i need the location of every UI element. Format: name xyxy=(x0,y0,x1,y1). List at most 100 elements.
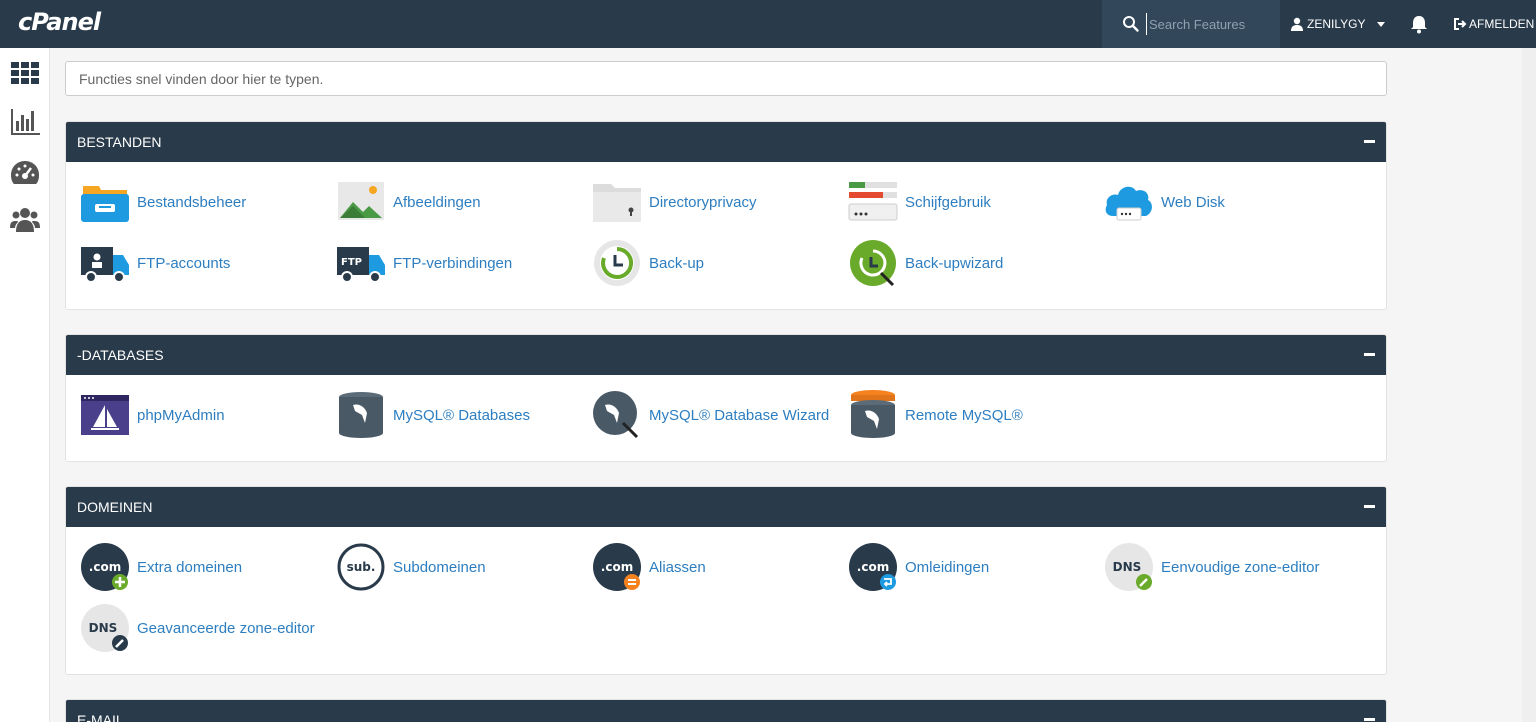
minus-icon[interactable] xyxy=(1364,135,1375,149)
badge-text: .com xyxy=(89,560,121,574)
backup-icon xyxy=(594,240,640,286)
item-label: FTP-accounts xyxy=(137,254,231,272)
item-label: Directoryprivacy xyxy=(649,193,757,211)
panel-title: E-MAIL xyxy=(77,712,124,722)
panel-domains: DOMEINEN .com Extra domeinen sub. Subdom… xyxy=(65,486,1387,675)
directory-privacy-icon xyxy=(593,184,641,222)
images-icon xyxy=(338,182,384,220)
panel-header[interactable]: -DATABASES xyxy=(66,335,1386,375)
badge-text: .com xyxy=(601,560,633,574)
advanced-zone-editor-icon: DNS xyxy=(81,604,129,652)
remote-mysql-link[interactable]: Remote MySQL® xyxy=(847,389,1097,441)
aliases-link[interactable]: .com Aliassen xyxy=(591,541,841,593)
item-label: Subdomeinen xyxy=(393,558,486,576)
web-disk-link[interactable]: Web Disk xyxy=(1103,176,1353,228)
aliases-icon: .com xyxy=(593,543,641,591)
item-label: FTP-verbindingen xyxy=(393,254,513,272)
panel-title: -DATABASES xyxy=(77,347,164,363)
feature-search xyxy=(1102,0,1280,48)
file-manager-icon xyxy=(81,186,129,222)
top-bar: cPanel ZENILYGY AFMELDEN xyxy=(0,0,1536,48)
mysql-databases-link[interactable]: MySQL® Databases xyxy=(335,389,585,441)
item-label: Extra domeinen xyxy=(137,558,243,576)
item-label: Back-up xyxy=(649,254,705,272)
page-scroll-gutter xyxy=(1522,48,1536,722)
sidebar xyxy=(0,48,50,722)
dashboard-gauge-icon[interactable] xyxy=(9,157,41,187)
user-menu[interactable]: ZENILYGY xyxy=(1290,0,1386,48)
search-features-input[interactable] xyxy=(1146,13,1266,35)
mysql-databases-icon xyxy=(339,392,383,438)
grid-icon[interactable] xyxy=(9,58,41,88)
panel-email: E-MAIL xyxy=(65,699,1387,722)
cpanel-logo[interactable]: cPanel xyxy=(18,8,101,36)
ftp-connections-icon: FTP xyxy=(337,247,385,283)
panel-title: DOMEINEN xyxy=(77,499,153,515)
web-disk-icon xyxy=(1105,186,1152,221)
addon-domains-link[interactable]: .com Extra domeinen xyxy=(79,541,329,593)
minus-icon[interactable] xyxy=(1364,348,1375,362)
bar-chart-icon[interactable] xyxy=(9,107,41,137)
item-label: Schijfgebruik xyxy=(905,193,991,211)
badge-text: DNS xyxy=(89,621,118,635)
images-link[interactable]: Afbeeldingen xyxy=(335,176,585,228)
badge-text: .com xyxy=(857,560,889,574)
users-icon[interactable] xyxy=(9,204,41,234)
item-label: Afbeeldingen xyxy=(393,193,481,211)
item-label: Aliassen xyxy=(649,558,706,576)
panel-databases: -DATABASES phpMyAdmin MySQL® Databases M… xyxy=(65,334,1387,462)
search-icon xyxy=(1123,16,1139,32)
item-label: Back-upwizard xyxy=(905,254,1004,272)
logout-label: AFMELDEN xyxy=(1469,17,1535,31)
item-label: Geavanceerde zone-editor xyxy=(137,619,315,637)
phpmyadmin-link[interactable]: phpMyAdmin xyxy=(79,389,329,441)
redirects-link[interactable]: .com Omleidingen xyxy=(847,541,1097,593)
username: ZENILYGY xyxy=(1307,17,1366,31)
mysql-wizard-icon xyxy=(593,391,639,439)
item-label: phpMyAdmin xyxy=(137,406,225,424)
remote-mysql-icon xyxy=(851,390,895,438)
logout-button[interactable]: AFMELDEN xyxy=(1453,0,1534,48)
chevron-down-icon xyxy=(1377,21,1386,27)
subdomains-link[interactable]: sub. Subdomeinen xyxy=(335,541,585,593)
item-label: Omleidingen xyxy=(905,558,990,576)
simple-zone-editor-icon: DNS xyxy=(1105,543,1153,591)
backup-wizard-link[interactable]: Back-upwizard xyxy=(847,237,1097,289)
phpmyadmin-icon xyxy=(81,395,129,435)
backup-wizard-icon xyxy=(850,240,896,287)
subdomains-icon: sub. xyxy=(337,543,385,591)
panel-title: BESTANDEN xyxy=(77,134,162,150)
badge-text: DNS xyxy=(1113,560,1142,574)
item-label: Remote MySQL® xyxy=(905,406,1023,424)
backup-link[interactable]: Back-up xyxy=(591,237,841,289)
minus-icon[interactable] xyxy=(1364,713,1375,722)
item-label: MySQL® Databases xyxy=(393,406,530,424)
panel-header[interactable]: BESTANDEN xyxy=(66,122,1386,162)
simple-zone-editor-link[interactable]: DNS Eenvoudige zone-editor xyxy=(1103,541,1353,593)
item-label: Eenvoudige zone-editor xyxy=(1161,558,1320,576)
directory-privacy-link[interactable]: Directoryprivacy xyxy=(591,176,841,228)
panel-header[interactable]: DOMEINEN xyxy=(66,487,1386,527)
file-manager-link[interactable]: Bestandsbeheer xyxy=(79,176,329,228)
item-label: Web Disk xyxy=(1161,193,1225,211)
item-label: MySQL® Database Wizard xyxy=(649,406,830,424)
ftp-connections-link[interactable]: FTP FTP-verbindingen xyxy=(335,237,585,289)
disk-usage-link[interactable]: Schijfgebruik xyxy=(847,176,1097,228)
panel-header[interactable]: E-MAIL xyxy=(66,700,1386,722)
redirects-icon: .com xyxy=(849,543,897,591)
mysql-database-wizard-link[interactable]: MySQL® Database Wizard xyxy=(591,389,841,441)
disk-usage-icon xyxy=(848,182,898,221)
minus-icon[interactable] xyxy=(1364,500,1375,514)
svg-text:FTP: FTP xyxy=(341,257,362,268)
ftp-accounts-icon xyxy=(81,247,129,283)
panel-files: BESTANDEN Bestandsbeheer Afbeeldingen Di… xyxy=(65,121,1387,310)
user-icon xyxy=(1291,17,1303,31)
badge-text: sub. xyxy=(347,560,376,574)
item-label: Bestandsbeheer xyxy=(137,193,247,211)
addon-domains-icon: .com xyxy=(81,543,129,591)
advanced-zone-editor-link[interactable]: DNS Geavanceerde zone-editor xyxy=(79,602,329,654)
sign-out-icon xyxy=(1454,18,1467,30)
bell-icon[interactable] xyxy=(1408,13,1430,35)
ftp-accounts-link[interactable]: FTP-accounts xyxy=(79,237,329,289)
quick-find-input[interactable] xyxy=(65,61,1387,96)
